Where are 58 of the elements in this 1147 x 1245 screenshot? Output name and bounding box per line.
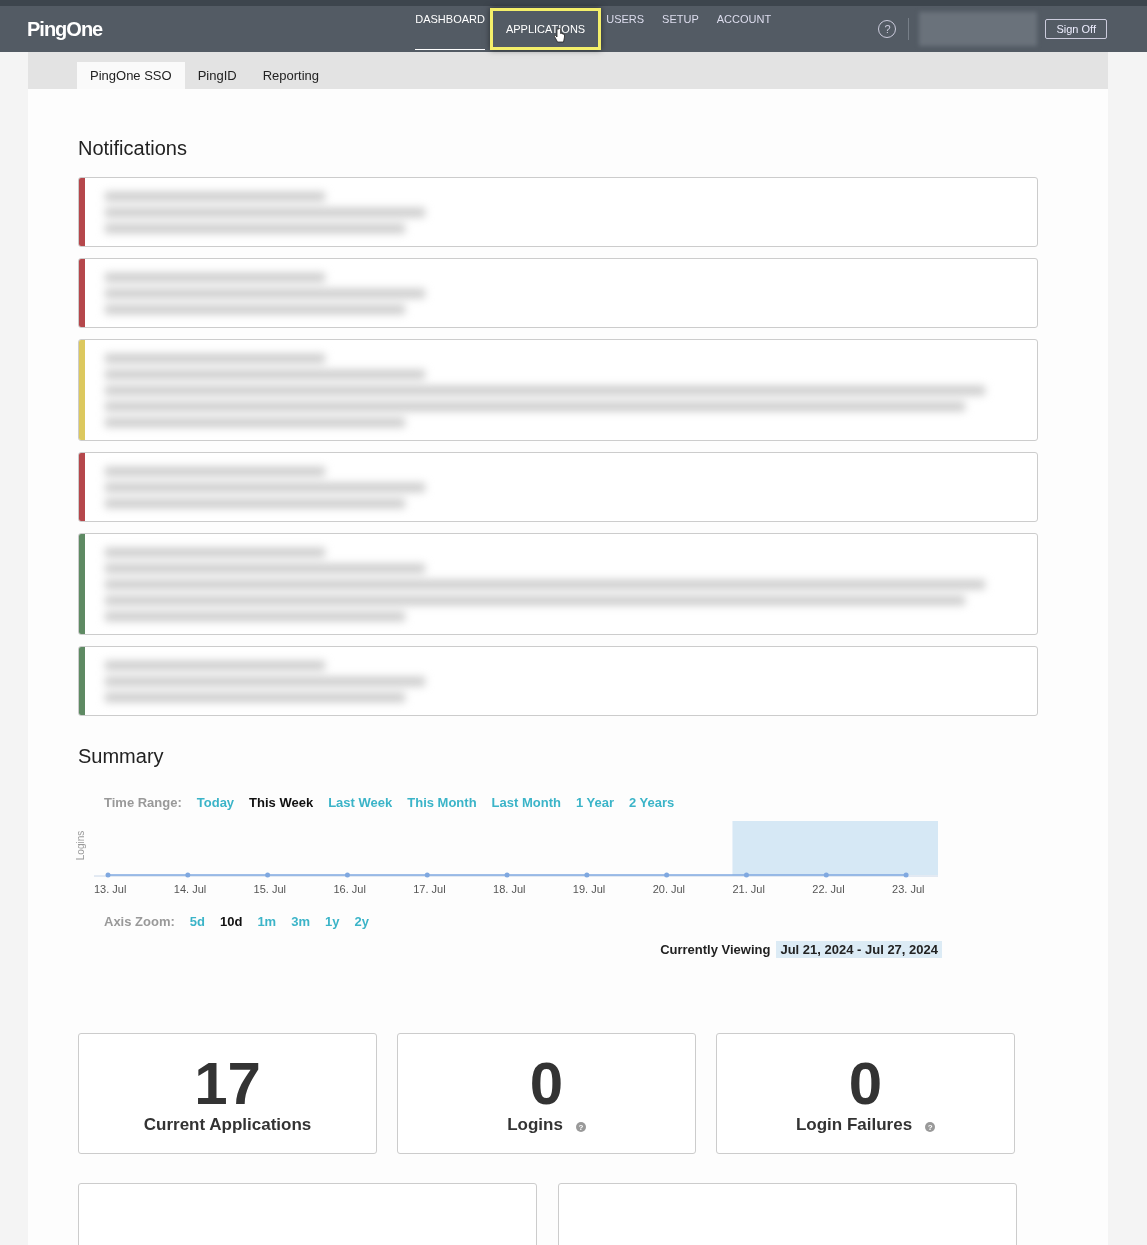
time-range-link[interactable]: Last Week	[328, 795, 393, 810]
stat-label: Logins	[507, 1115, 563, 1135]
stat-label: Login Failures	[795, 1115, 913, 1135]
axis-tick-label: 18. Jul	[493, 883, 526, 895]
axis-zoom-link[interactable]: 10d	[219, 914, 243, 929]
data-point	[823, 872, 829, 878]
help-icon[interactable]: ?	[925, 1122, 936, 1132]
axis-tick-label: 16. Jul	[333, 883, 366, 895]
axis-tick-label: 21. Jul	[732, 883, 765, 895]
data-point	[743, 872, 749, 878]
data-point	[903, 872, 909, 878]
data-point	[185, 872, 191, 878]
sub-tab[interactable]: PingOne SSO	[77, 62, 185, 89]
data-point	[105, 872, 111, 878]
axis-zoom-link[interactable]: 2y	[354, 914, 369, 929]
sub-tab[interactable]: PingID	[184, 62, 250, 89]
nav-link[interactable]: SETUP	[653, 8, 708, 50]
data-point	[265, 872, 271, 878]
axis-zoom-link[interactable]: 5d	[189, 914, 205, 929]
sub-tab[interactable]: Reporting	[249, 62, 333, 89]
time-range-link[interactable]: Last Month	[491, 795, 561, 810]
sign-off-button[interactable]: Sign Off	[1045, 19, 1107, 39]
axis-label: Logins	[75, 830, 87, 861]
time-range-link[interactable]: This Week	[249, 795, 314, 810]
section-heading: Summary	[78, 745, 165, 768]
axis-tick-label: 20. Jul	[652, 883, 686, 895]
stat-value: 17	[194, 1056, 261, 1112]
axis-tick-label: 17. Jul	[413, 883, 446, 895]
nav-link[interactable]: APPLICATIONS	[489, 8, 602, 50]
nav-link[interactable]: ACCOUNT	[707, 8, 781, 50]
stat-label: Current Applications	[143, 1115, 312, 1135]
logo[interactable]: PingOne	[27, 17, 103, 41]
section-heading: Notifications	[78, 137, 188, 160]
stat-value: 0	[529, 1056, 564, 1112]
date-range-badge: Jul 21, 2024 - Jul 27, 2024	[776, 941, 942, 958]
time-range-link[interactable]: Today	[196, 795, 235, 810]
axis-zoom-label: Axis Zoom:	[104, 914, 175, 929]
time-range-link[interactable]: This Month	[407, 795, 477, 810]
help-icon[interactable]: ?	[575, 1122, 586, 1132]
axis-tick-label: 14. Jul	[173, 883, 207, 895]
data-point	[424, 872, 430, 878]
data-point	[504, 872, 510, 878]
data-point	[664, 872, 670, 878]
axis-zoom-link[interactable]: 1m	[257, 914, 277, 929]
viewing-label: Currently Viewing	[660, 942, 771, 957]
axis-tick-label: 19. Jul	[572, 883, 606, 895]
axis-tick-label: 13. Jul	[94, 883, 127, 895]
data-point	[584, 872, 590, 878]
axis-tick-label: 15. Jul	[253, 883, 287, 895]
axis-tick-label: 22. Jul	[812, 883, 845, 895]
time-range-link[interactable]: 1 Year	[575, 795, 614, 810]
axis-zoom-link[interactable]: 3m	[291, 914, 310, 929]
time-range-link[interactable]: 2 Years	[629, 795, 675, 810]
axis-tick-label: 23. Jul	[892, 883, 925, 895]
data-point	[344, 872, 350, 878]
stat-value: 0	[848, 1056, 883, 1112]
time-range-label: Time Range:	[104, 795, 182, 810]
axis-zoom-link[interactable]: 1y	[324, 914, 340, 929]
